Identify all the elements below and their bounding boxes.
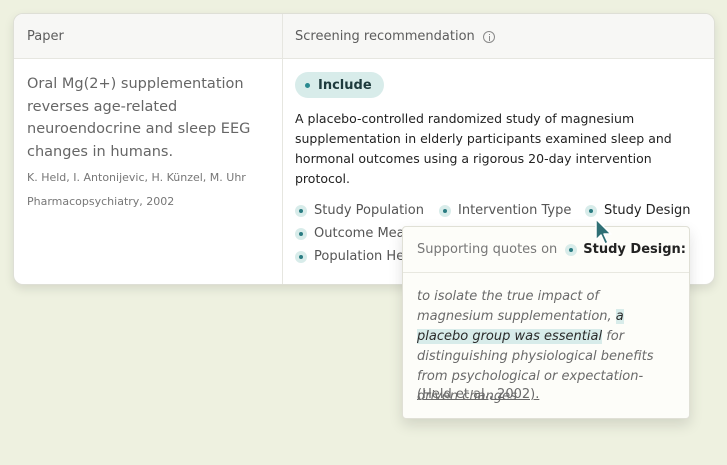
cursor-icon [595, 218, 612, 245]
criterion-outcome-measures[interactable]: Outcome Mea [295, 226, 405, 241]
criterion-population-health[interactable]: Population He [295, 249, 404, 264]
paper-journal: Pharmacopsychiatry, 2002 [27, 195, 175, 208]
supporting-quotes-popover: Supporting quotes on Study Design: to is… [402, 226, 690, 419]
include-badge: Include [295, 72, 384, 98]
criterion-label: Population He [314, 249, 405, 264]
paper-authors: K. Held, I. Antonijevic, H. Künzel, M. U… [27, 171, 246, 184]
quote-citation-link[interactable]: (Held et al., 2002). [417, 387, 539, 402]
criterion-label: Intervention Type [458, 203, 572, 218]
popover-header: Supporting quotes on Study Design: [403, 227, 689, 273]
include-dot-icon [305, 82, 310, 88]
column-header-screening: Screening recommendation [295, 29, 495, 44]
criterion-intervention-type[interactable]: Intervention Type [439, 203, 571, 218]
info-icon[interactable] [482, 30, 495, 43]
criterion-dot-icon [295, 204, 307, 217]
paper-title[interactable]: Oral Mg(2+) supplementation reverses age… [27, 73, 263, 163]
quote-text-before: to isolate the true impact of magnesium … [417, 289, 616, 324]
criterion-study-design[interactable]: Study Design [585, 203, 691, 218]
criterion-dot-icon [585, 204, 597, 217]
table-header: Paper Screening recommendation [14, 14, 714, 59]
column-header-screening-label: Screening recommendation [295, 29, 475, 44]
criterion-label: Study Design [604, 203, 691, 218]
criterion-study-population[interactable]: Study Population [295, 203, 424, 218]
recommendation-summary: A placebo-controlled randomized study of… [295, 111, 672, 186]
criterion-dot-icon [295, 227, 307, 240]
criterion-dot-icon [439, 204, 451, 217]
column-divider [282, 14, 283, 284]
criterion-label: Study Population [314, 203, 424, 218]
popover-heading: Supporting quotes on [417, 242, 558, 257]
include-label: Include [318, 77, 372, 93]
criterion-dot-icon [295, 250, 307, 263]
criterion-label: Outcome Mea [314, 226, 405, 241]
column-header-paper: Paper [27, 29, 64, 44]
criterion-dot-icon [565, 243, 578, 256]
